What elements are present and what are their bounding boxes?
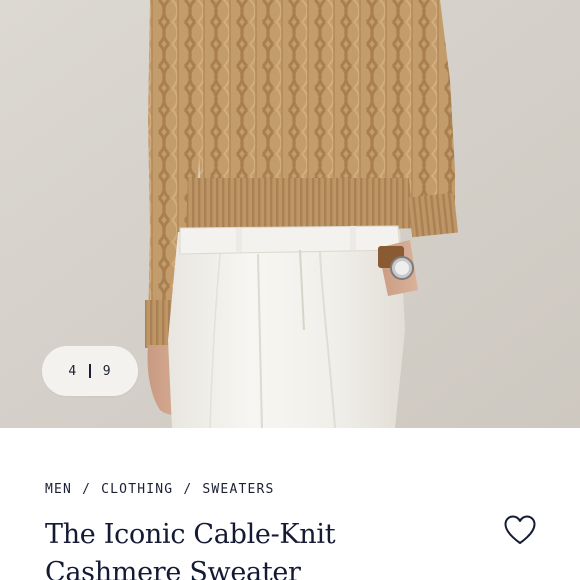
heart-outline-icon (504, 515, 536, 544)
image-counter-current: 4 (68, 363, 78, 379)
product-info: MEN / CLOTHING / SWEATERS The Iconic Cable-K… (0, 428, 580, 580)
image-counter-total: 9 (102, 363, 112, 379)
breadcrumb-separator: / (183, 482, 193, 497)
breadcrumb-item-clothing[interactable]: CLOTHING (101, 482, 173, 497)
wishlist-button[interactable] (503, 514, 537, 546)
product-image[interactable]: 4 9 (0, 0, 580, 428)
product-title-line2: Cashmere Sweater (45, 557, 301, 580)
breadcrumb-separator: / (82, 482, 92, 497)
image-counter-divider (89, 364, 91, 378)
breadcrumb-item-men[interactable]: MEN (45, 482, 72, 497)
product-title-line1: The Iconic Cable-Knit (45, 519, 336, 550)
image-counter-pill: 4 9 (42, 346, 138, 396)
product-title: The Iconic Cable-Knit Cashmere Sweater (45, 516, 465, 580)
product-detail-page: 4 9 MEN / CLOTHING / SWEATERS The Iconic Cab… (0, 0, 580, 580)
breadcrumb-item-sweaters[interactable]: SWEATERS (202, 482, 274, 497)
breadcrumb: MEN / CLOTHING / SWEATERS (45, 482, 275, 497)
